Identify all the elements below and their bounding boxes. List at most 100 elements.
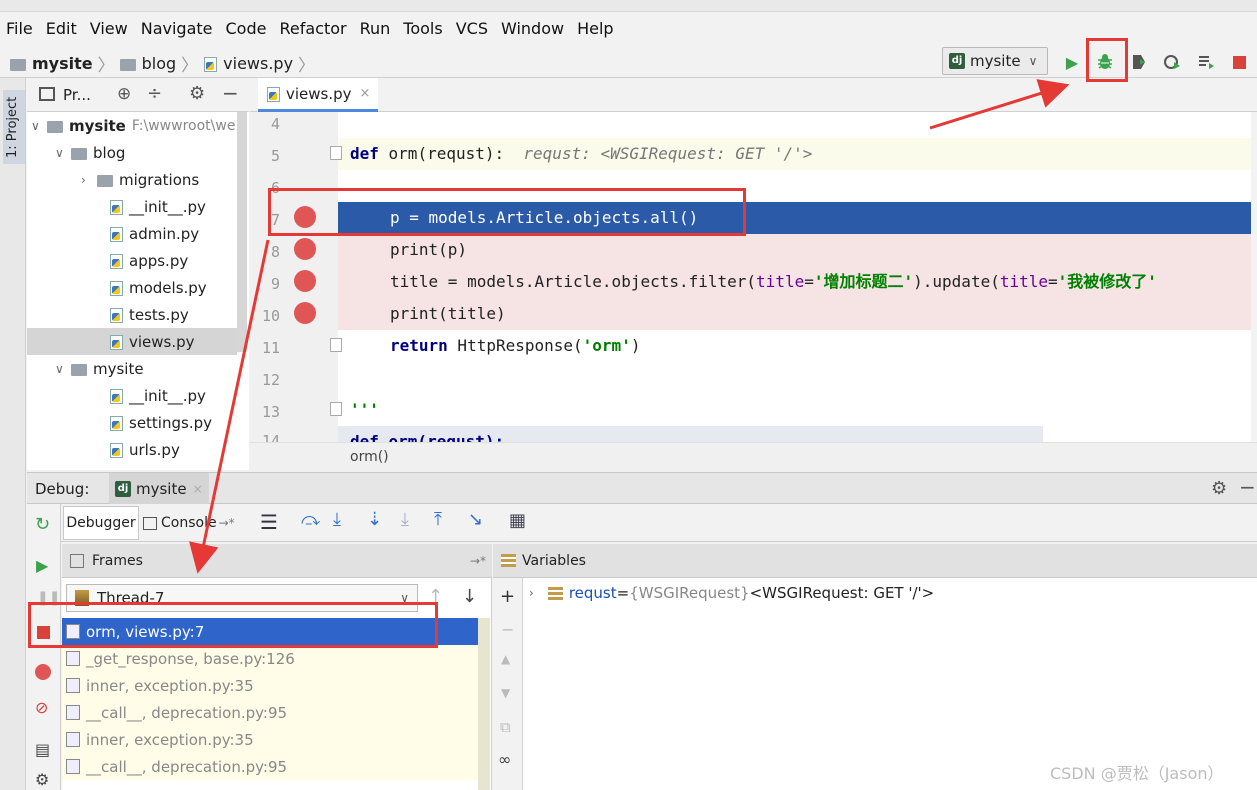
layout-icon[interactable]: ☰ bbox=[260, 510, 278, 534]
breadcrumb-root[interactable]: mysite bbox=[32, 54, 93, 73]
breakpoint-icon[interactable] bbox=[294, 238, 316, 260]
fold-icon[interactable] bbox=[330, 338, 342, 352]
menu-edit[interactable]: Edit bbox=[46, 19, 77, 38]
run-configuration-label: mysite bbox=[970, 52, 1021, 70]
close-icon[interactable]: × bbox=[193, 482, 203, 496]
tree-node-blog[interactable]: ∨ blog bbox=[55, 139, 125, 166]
move-down-icon[interactable]: ▼ bbox=[501, 686, 510, 700]
run-concurrency-icon[interactable] bbox=[1196, 52, 1216, 72]
stop-icon[interactable] bbox=[1229, 52, 1249, 72]
chevron-down-icon: ∨ bbox=[1028, 54, 1038, 68]
force-step-into-icon[interactable]: ⤓ bbox=[401, 509, 409, 530]
tree-file-init[interactable]: __init__.py bbox=[109, 193, 206, 220]
breadcrumb-file[interactable]: views.py bbox=[223, 54, 293, 73]
tree-file-views[interactable]: views.py bbox=[27, 328, 237, 355]
editor-scrollbar[interactable] bbox=[1251, 112, 1257, 442]
gear-icon[interactable]: ⚙ bbox=[1211, 478, 1227, 499]
minimize-icon[interactable]: − bbox=[222, 81, 239, 105]
tab-debug-mysite[interactable]: dj mysite × bbox=[109, 473, 209, 504]
run-to-cursor-icon[interactable]: ↘ bbox=[468, 509, 483, 530]
menu-vcs[interactable]: VCS bbox=[456, 19, 488, 38]
chevron-right-icon[interactable]: › bbox=[529, 586, 534, 600]
plus-icon[interactable]: + bbox=[500, 586, 515, 607]
evaluate-expression-icon[interactable]: ▦ bbox=[509, 510, 526, 531]
tree-node-mysite[interactable]: ∨ mysite bbox=[55, 355, 144, 382]
code-editor[interactable]: def orm(requst): requst: <WSGIRequest: G… bbox=[250, 112, 1257, 442]
locate-icon[interactable]: ⊕ bbox=[117, 84, 131, 104]
tree-file-admin[interactable]: admin.py bbox=[109, 220, 199, 247]
arrow-down-icon[interactable]: ↓ bbox=[462, 586, 477, 607]
move-up-icon[interactable]: ▲ bbox=[501, 652, 510, 666]
frames-icon bbox=[70, 553, 84, 568]
tab-debugger[interactable]: Debugger bbox=[63, 506, 139, 540]
rerun-icon[interactable]: ↻ bbox=[35, 514, 50, 535]
pin-icon[interactable]: →* bbox=[470, 554, 486, 568]
step-out-icon[interactable]: ⤒ bbox=[434, 509, 442, 530]
menu-run[interactable]: Run bbox=[360, 19, 391, 38]
restore-layout-icon[interactable]: ▤ bbox=[35, 740, 50, 759]
menu-view[interactable]: View bbox=[90, 19, 128, 38]
collapse-icon[interactable]: ÷ bbox=[147, 83, 162, 104]
frame-row[interactable]: inner, exception.py:35 bbox=[62, 672, 490, 699]
line-number: 5 bbox=[270, 147, 280, 165]
tree-mysite-label: mysite bbox=[93, 359, 144, 378]
variables-header: Variables bbox=[493, 544, 1257, 578]
fold-icon[interactable] bbox=[330, 402, 342, 416]
tree-node-migrations[interactable]: › migrations bbox=[81, 166, 199, 193]
close-icon[interactable]: × bbox=[360, 86, 371, 101]
run-icon[interactable]: ▶ bbox=[1062, 52, 1082, 72]
minimize-icon[interactable]: − bbox=[1239, 475, 1256, 499]
tab-label: views.py bbox=[286, 84, 352, 103]
copy-icon[interactable]: ⧉ bbox=[500, 718, 511, 736]
frame-label: __call__, deprecation.py:95 bbox=[86, 703, 288, 722]
gear-icon[interactable]: ⚙ bbox=[189, 83, 205, 104]
menu-bar: File Edit View Navigate Code Refactor Ru… bbox=[0, 12, 1257, 44]
project-view-select[interactable]: Pr... bbox=[63, 86, 91, 104]
show-execution-point-icon[interactable]: ⤼ bbox=[301, 509, 320, 530]
tree-file-settings[interactable]: settings.py bbox=[109, 409, 212, 436]
tree-file-urls[interactable]: urls.py bbox=[109, 436, 180, 463]
fold-icon[interactable] bbox=[330, 146, 342, 160]
frame-row[interactable]: __call__, deprecation.py:95 bbox=[62, 753, 490, 780]
menu-window[interactable]: Window bbox=[501, 19, 564, 38]
editor-breadcrumb: orm() bbox=[250, 442, 1257, 472]
debugger-toolbar: Debugger Console →* ☰ ⤼ ⤓ ⇣ ⤓ ⤒ ↘ ▦ bbox=[27, 504, 1257, 542]
tree-file-models[interactable]: models.py bbox=[109, 274, 207, 301]
frames-scrollbar[interactable] bbox=[478, 618, 490, 790]
menu-file[interactable]: File bbox=[6, 19, 33, 38]
run-configuration-select[interactable]: dj mysite ∨ bbox=[942, 47, 1048, 75]
breakpoint-icon[interactable] bbox=[294, 302, 316, 324]
step-over-icon[interactable]: ⤓ bbox=[333, 509, 341, 530]
tree-file-tests[interactable]: tests.py bbox=[109, 301, 189, 328]
variables-side-toolbar: + − ▲ ▼ ⧉ ∞ bbox=[493, 578, 523, 790]
tab-views-py[interactable]: views.py × bbox=[258, 78, 379, 112]
tree-file-mysite-init[interactable]: __init__.py bbox=[109, 382, 206, 409]
menu-refactor[interactable]: Refactor bbox=[279, 19, 346, 38]
menu-navigate[interactable]: Navigate bbox=[141, 19, 213, 38]
variable-row[interactable]: › requst = {WSGIRequest} <WSGIRequest: G… bbox=[529, 584, 934, 602]
project-tool-tab[interactable]: 1: Project bbox=[3, 90, 25, 164]
python-file-icon bbox=[266, 86, 280, 102]
mute-breakpoints-icon[interactable]: ⊘ bbox=[35, 698, 48, 717]
tree-node-root[interactable]: ∨ mysite F:\wwwroot\we bbox=[31, 112, 235, 139]
menu-tools[interactable]: Tools bbox=[403, 19, 442, 38]
profile-icon[interactable] bbox=[1162, 52, 1182, 72]
frame-row[interactable]: inner, exception.py:35 bbox=[62, 726, 490, 753]
breakpoint-icon[interactable] bbox=[294, 270, 316, 292]
view-breakpoints-icon[interactable] bbox=[35, 664, 51, 680]
menu-code[interactable]: Code bbox=[226, 19, 267, 38]
breadcrumb-folder[interactable]: blog bbox=[142, 54, 177, 73]
step-into-icon[interactable]: ⇣ bbox=[367, 509, 382, 530]
coverage-icon[interactable] bbox=[1129, 52, 1149, 72]
frame-row[interactable]: __call__, deprecation.py:95 bbox=[62, 699, 490, 726]
tree-scrollbar[interactable] bbox=[237, 112, 247, 352]
menu-help[interactable]: Help bbox=[577, 19, 613, 38]
tree-file-apps[interactable]: apps.py bbox=[109, 247, 188, 274]
minus-icon[interactable]: − bbox=[501, 620, 514, 639]
tab-console[interactable]: Console →* bbox=[143, 506, 253, 540]
frame-row[interactable]: _get_response, base.py:126 bbox=[62, 645, 490, 672]
resume-icon[interactable]: ▶ bbox=[36, 556, 48, 575]
code-line-10: print(title) bbox=[338, 298, 1257, 330]
watch-icon[interactable]: ∞ bbox=[498, 750, 511, 769]
gear-icon[interactable]: ⚙ bbox=[35, 770, 49, 789]
